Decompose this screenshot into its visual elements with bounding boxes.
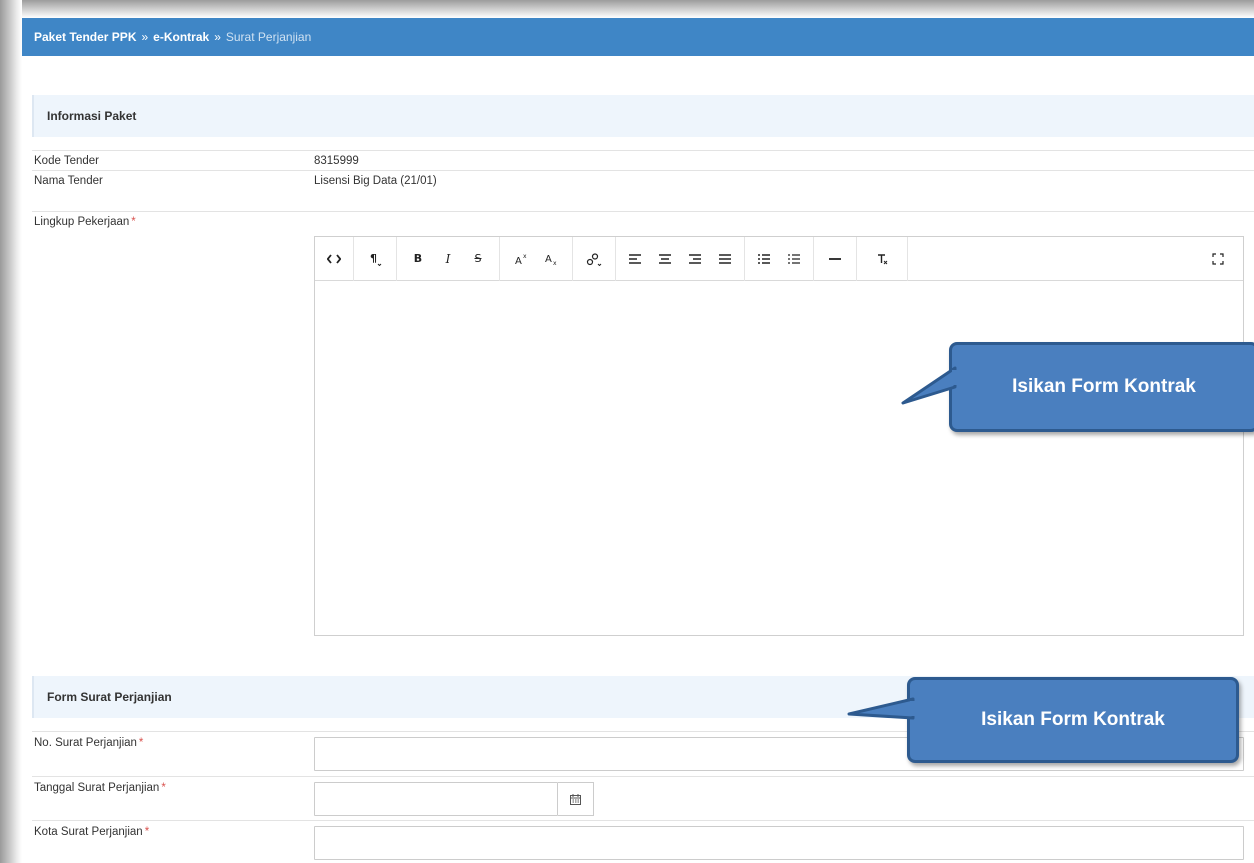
lingkup-pekerjaan-label: Lingkup Pekerjaan *: [34, 216, 136, 228]
align-center-icon[interactable]: [650, 244, 680, 274]
svg-text:x: x: [553, 260, 557, 265]
required-mark: *: [144, 826, 150, 838]
kode-tender-label: Kode Tender: [34, 155, 100, 167]
italic-icon[interactable]: I: [433, 244, 463, 274]
callout-isikan-form-kontrak: Isikan Form Kontrak: [901, 342, 1254, 432]
svg-text:x: x: [523, 253, 527, 260]
row-nama-tender: Nama Tender Lisensi Big Data (21/01): [32, 170, 1254, 190]
tanggal-surat-label-text: Tanggal Surat Perjanjian: [34, 782, 160, 794]
svg-text:A: A: [515, 256, 522, 265]
callout-pointer: [901, 366, 960, 405]
window-shadow-left: [0, 0, 22, 863]
toolbar-group-lists: [745, 236, 814, 281]
required-mark: *: [161, 782, 166, 794]
toolbar-group-code: [315, 236, 354, 281]
calendar-icon[interactable]: [558, 782, 594, 816]
callout-pointer: [847, 697, 918, 720]
lingkup-pekerjaan-editor: ¶ B I S Ax Ax: [314, 236, 1244, 636]
paragraph-format-icon[interactable]: ¶: [360, 244, 390, 274]
align-left-icon[interactable]: [620, 244, 650, 274]
toolbar-group-hr: [814, 236, 857, 281]
callout-text: Isikan Form Kontrak: [1012, 376, 1196, 397]
strikethrough-icon[interactable]: S: [463, 244, 493, 274]
svg-text:¶: ¶: [370, 252, 377, 265]
subscript-icon[interactable]: Ax: [536, 244, 566, 274]
tanggal-surat-input[interactable]: [314, 782, 558, 816]
breadcrumb-current: Surat Perjanjian: [225, 30, 312, 44]
kota-surat-label: Kota Surat Perjanjian *: [34, 826, 149, 838]
no-surat-label: No. Surat Perjanjian *: [34, 737, 143, 749]
row-kota-surat: Kota Surat Perjanjian *: [32, 820, 1254, 863]
clear-format-icon[interactable]: [867, 244, 897, 274]
window-shadow-top: [0, 0, 1254, 18]
section-title: Informasi Paket: [47, 109, 137, 123]
row-kode-tender: Kode Tender 8315999: [32, 150, 1254, 170]
required-mark: *: [138, 737, 144, 749]
nama-tender-value: Lisensi Big Data (21/01): [314, 175, 437, 187]
svg-text:A: A: [545, 254, 552, 265]
kode-tender-value: 8315999: [314, 155, 359, 167]
breadcrumb-separator: »: [214, 30, 221, 44]
align-right-icon[interactable]: [680, 244, 710, 274]
toolbar-group-link: [573, 236, 616, 281]
callout-isikan-form-kontrak: Isikan Form Kontrak: [847, 677, 1239, 763]
numbered-list-icon[interactable]: [779, 244, 809, 274]
required-mark: *: [131, 216, 136, 228]
lingkup-label-text: Lingkup Pekerjaan: [34, 216, 130, 228]
tanggal-surat-label: Tanggal Surat Perjanjian *: [34, 782, 166, 794]
no-surat-label-text: No. Surat Perjanjian: [34, 737, 137, 749]
editor-content-area[interactable]: [315, 281, 1243, 635]
toolbar-group-script: Ax Ax: [500, 236, 573, 281]
code-view-icon[interactable]: [319, 244, 349, 274]
bold-icon[interactable]: B: [403, 244, 433, 274]
breadcrumb: Paket Tender PPK » e-Kontrak » Surat Per…: [22, 18, 1254, 56]
callout-text: Isikan Form Kontrak: [981, 709, 1165, 730]
align-justify-icon[interactable]: [710, 244, 740, 274]
superscript-icon[interactable]: Ax: [506, 244, 536, 274]
toolbar-group-clear: [857, 236, 908, 281]
toolbar-group-text-style: B I S: [397, 236, 500, 281]
toolbar-group-paragraph: ¶: [354, 236, 397, 281]
bullet-list-icon[interactable]: [749, 244, 779, 274]
editor-toolbar: ¶ B I S Ax Ax: [315, 236, 1243, 281]
section-title: Form Surat Perjanjian: [47, 690, 172, 704]
breadcrumb-item-paket-tender[interactable]: Paket Tender PPK: [34, 30, 136, 44]
section-informasi-paket: Informasi Paket: [32, 95, 1254, 137]
kota-surat-input[interactable]: [314, 826, 1244, 860]
breadcrumb-item-e-kontrak[interactable]: e-Kontrak: [153, 30, 209, 44]
toolbar-group-align: [616, 236, 745, 281]
horizontal-rule-icon[interactable]: [820, 244, 850, 274]
link-icon[interactable]: [579, 244, 609, 274]
window-frame: Paket Tender PPK » e-Kontrak » Surat Per…: [0, 0, 1254, 863]
fullscreen-icon[interactable]: [1203, 244, 1233, 274]
row-lingkup-pekerjaan: Lingkup Pekerjaan *: [32, 211, 1254, 231]
row-tanggal-surat: Tanggal Surat Perjanjian *: [32, 776, 1254, 820]
breadcrumb-separator: »: [141, 30, 149, 44]
nama-tender-label: Nama Tender: [34, 175, 103, 187]
kota-surat-label-text: Kota Surat Perjanjian: [34, 826, 143, 838]
